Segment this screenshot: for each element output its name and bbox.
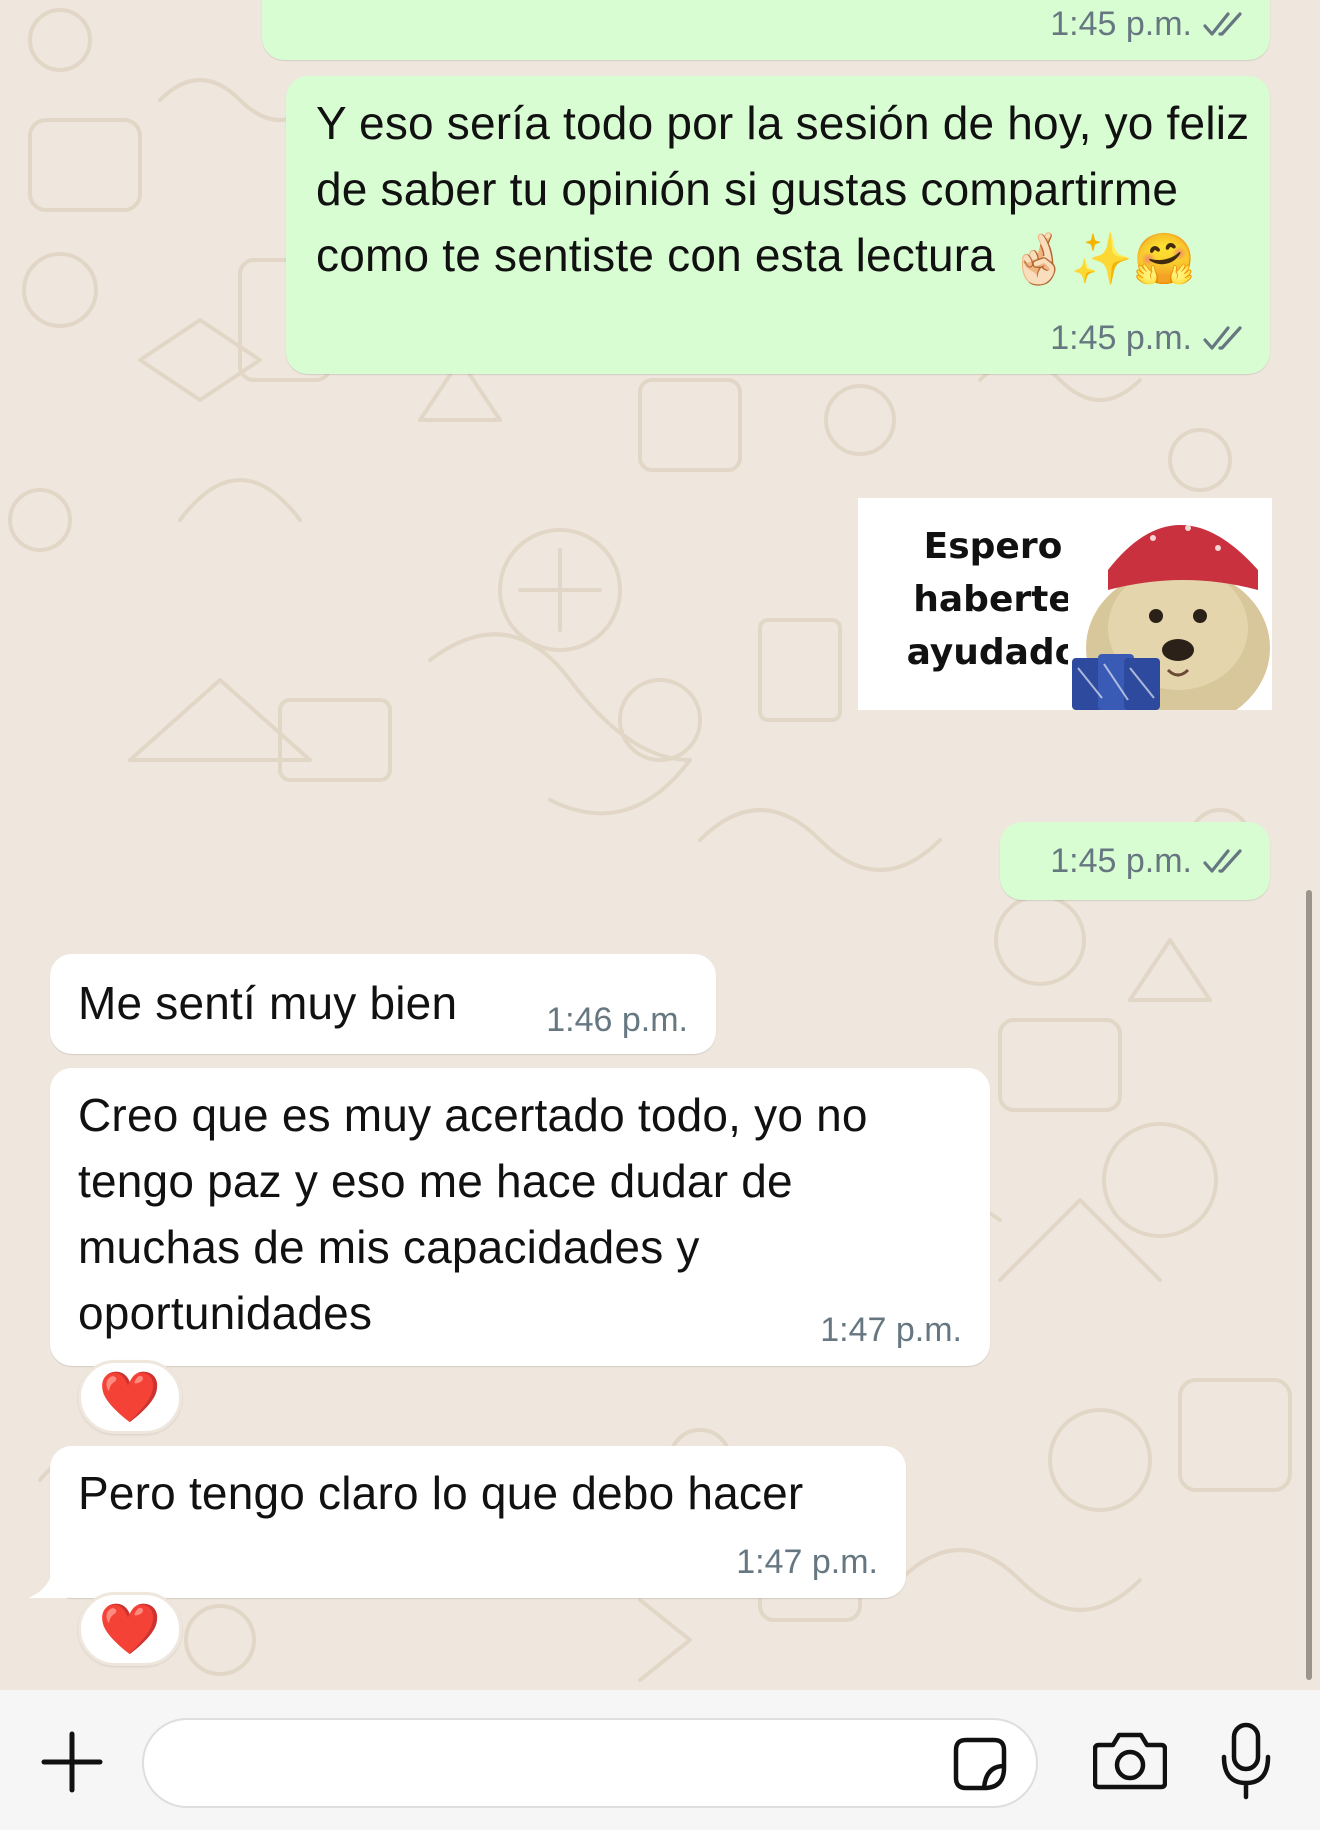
sticker-caption: Espero haberte ayudado bbox=[906, 526, 1080, 673]
message-text: Me sentí muy bien bbox=[78, 977, 458, 1029]
message-time: 1:47 p.m. bbox=[820, 1311, 962, 1349]
incoming-message[interactable]: Me sentí muy bien 1:46 p.m. bbox=[50, 954, 716, 1054]
outgoing-message-meta-bubble[interactable]: 1:45 p.m. bbox=[1000, 822, 1270, 900]
read-ticks-icon bbox=[1203, 848, 1242, 873]
message-time: 1:47 p.m. bbox=[736, 1543, 878, 1581]
message-meta: 1:47 p.m. bbox=[736, 1543, 878, 1582]
read-ticks-icon bbox=[1203, 11, 1242, 36]
sticker-icon bbox=[953, 1737, 1007, 1791]
message-meta: 1:45 p.m. bbox=[1050, 5, 1248, 44]
message-time: 1:45 p.m. bbox=[1050, 842, 1192, 880]
reaction-badge[interactable]: ❤️ bbox=[78, 1592, 182, 1666]
plus-icon bbox=[41, 1731, 103, 1793]
voice-message-button[interactable] bbox=[1206, 1716, 1286, 1806]
message-meta: 1:45 p.m. bbox=[1050, 319, 1248, 358]
heart-reaction-icon: ❤️ bbox=[98, 1600, 162, 1657]
bubble-tail bbox=[28, 1558, 68, 1598]
message-text: Creo que es muy acertado todo, yo no ten… bbox=[78, 1089, 868, 1339]
dog-sticker-image bbox=[1068, 498, 1272, 710]
message-time: 1:45 p.m. bbox=[1050, 5, 1192, 43]
message-input[interactable] bbox=[142, 1718, 1038, 1808]
message-text: Pero tengo claro lo que debo hacer bbox=[78, 1467, 804, 1519]
camera-icon bbox=[1093, 1732, 1167, 1790]
outgoing-message[interactable]: 1:45 p.m. bbox=[262, 0, 1270, 60]
outgoing-message[interactable]: Y eso sería todo por la sesión de hoy, y… bbox=[286, 76, 1270, 374]
attach-button[interactable] bbox=[30, 1720, 114, 1804]
message-meta: 1:47 p.m. bbox=[820, 1311, 962, 1350]
message-meta: 1:45 p.m. bbox=[1050, 842, 1248, 881]
reaction-badge[interactable]: ❤️ bbox=[78, 1360, 182, 1434]
camera-button[interactable] bbox=[1090, 1720, 1170, 1800]
message-time: 1:45 p.m. bbox=[1050, 319, 1192, 357]
scrollbar[interactable] bbox=[1306, 890, 1312, 1680]
read-ticks-icon bbox=[1203, 325, 1242, 350]
message-composer bbox=[0, 1690, 1320, 1830]
message-emojis: 🤞🏻✨🤗 bbox=[1008, 230, 1196, 287]
chat-area[interactable]: 1:45 p.m. Y eso sería todo por la sesión… bbox=[0, 0, 1320, 1690]
heart-reaction-icon: ❤️ bbox=[98, 1368, 162, 1425]
sticker-message[interactable]: Espero haberte ayudado bbox=[858, 498, 1272, 710]
sticker-button[interactable] bbox=[950, 1734, 1010, 1794]
microphone-icon bbox=[1221, 1722, 1271, 1800]
message-meta: 1:46 p.m. bbox=[546, 1001, 688, 1040]
incoming-message[interactable]: Creo que es muy acertado todo, yo no ten… bbox=[50, 1068, 990, 1366]
incoming-message[interactable]: Pero tengo claro lo que debo hacer 1:47 … bbox=[28, 1446, 906, 1598]
message-time: 1:46 p.m. bbox=[546, 1001, 688, 1039]
